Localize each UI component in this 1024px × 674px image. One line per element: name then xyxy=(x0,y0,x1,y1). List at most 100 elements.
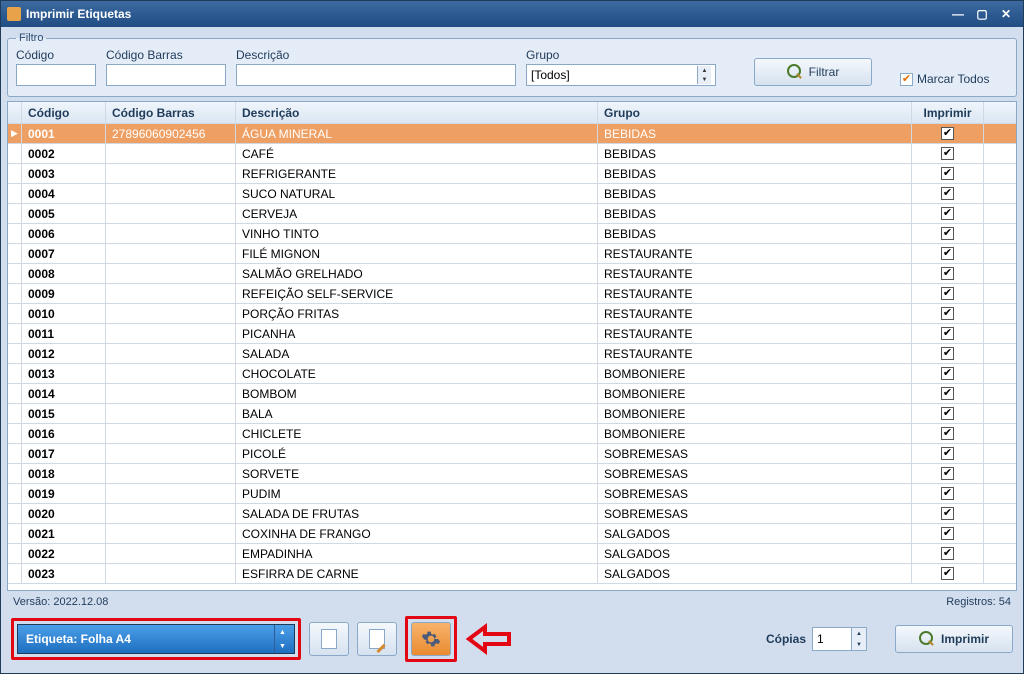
cell-imprimir[interactable]: ✔ xyxy=(912,264,984,283)
table-row[interactable]: 0019PUDIMSOBREMESAS✔ xyxy=(8,484,1016,504)
table-row[interactable]: 0006VINHO TINTOBEBIDAS✔ xyxy=(8,224,1016,244)
cell-codigo: 0006 xyxy=(22,224,106,243)
table-row[interactable]: 0011PICANHARESTAURANTE✔ xyxy=(8,324,1016,344)
cell-descricao: CHOCOLATE xyxy=(236,364,598,383)
col-descricao[interactable]: Descrição xyxy=(236,102,598,123)
page-icon xyxy=(321,629,337,649)
table-row[interactable]: 0020SALADA DE FRUTASSOBREMESAS✔ xyxy=(8,504,1016,524)
checkbox-icon: ✔ xyxy=(941,167,954,180)
cell-imprimir[interactable]: ✔ xyxy=(912,124,984,143)
cell-imprimir[interactable]: ✔ xyxy=(912,244,984,263)
cell-imprimir[interactable]: ✔ xyxy=(912,324,984,343)
table-row[interactable]: 0014BOMBOMBOMBONIERE✔ xyxy=(8,384,1016,404)
settings-button[interactable] xyxy=(411,622,451,656)
highlight-etiqueta: Etiqueta: Folha A4 ▲▼ xyxy=(11,618,301,660)
table-row[interactable]: 0003REFRIGERANTEBEBIDAS✔ xyxy=(8,164,1016,184)
cell-imprimir[interactable]: ✔ xyxy=(912,224,984,243)
cell-barras xyxy=(106,204,236,223)
cell-barras xyxy=(106,144,236,163)
cell-descricao: REFRIGERANTE xyxy=(236,164,598,183)
input-codigo[interactable] xyxy=(16,64,96,86)
table-row[interactable]: 0017PICOLÉSOBREMESAS✔ xyxy=(8,444,1016,464)
table-row[interactable]: 0002CAFÉBEBIDAS✔ xyxy=(8,144,1016,164)
grid-header: Código Código Barras Descrição Grupo Imp… xyxy=(8,102,1016,124)
new-page-button[interactable] xyxy=(309,622,349,656)
table-row[interactable]: 0008SALMÃO GRELHADORESTAURANTE✔ xyxy=(8,264,1016,284)
table-row[interactable]: 0021COXINHA DE FRANGOSALGADOS✔ xyxy=(8,524,1016,544)
combo-etiqueta-value: Etiqueta: Folha A4 xyxy=(26,632,131,646)
status-registros: Registros: 54 xyxy=(946,596,1011,608)
cell-imprimir[interactable]: ✔ xyxy=(912,524,984,543)
checkbox-icon: ✔ xyxy=(941,427,954,440)
cell-descricao: VINHO TINTO xyxy=(236,224,598,243)
cell-codigo: 0013 xyxy=(22,364,106,383)
col-grupo[interactable]: Grupo xyxy=(598,102,912,123)
cell-imprimir[interactable]: ✔ xyxy=(912,164,984,183)
table-row[interactable]: 0018SORVETESOBREMESAS✔ xyxy=(8,464,1016,484)
combo-etiqueta[interactable]: Etiqueta: Folha A4 ▲▼ xyxy=(17,624,295,654)
marcar-todos-checkbox[interactable]: ✔ Marcar Todos xyxy=(900,72,989,86)
cell-grupo: SOBREMESAS xyxy=(598,444,912,463)
cell-imprimir[interactable]: ✔ xyxy=(912,404,984,423)
copies-down[interactable]: ▼ xyxy=(852,639,866,650)
grid-body[interactable]: ▶000127896060902456ÁGUA MINERALBEBIDAS✔0… xyxy=(8,124,1016,590)
cell-imprimir[interactable]: ✔ xyxy=(912,284,984,303)
copies-spinner[interactable]: ▲ ▼ xyxy=(812,627,867,651)
filtrar-button[interactable]: Filtrar xyxy=(754,58,872,86)
cell-imprimir[interactable]: ✔ xyxy=(912,464,984,483)
cell-imprimir[interactable]: ✔ xyxy=(912,504,984,523)
cell-imprimir[interactable]: ✔ xyxy=(912,304,984,323)
combo-grupo[interactable]: [Todos] ▲▼ xyxy=(526,64,716,86)
cell-barras xyxy=(106,324,236,343)
cell-grupo: SOBREMESAS xyxy=(598,464,912,483)
copies-input[interactable] xyxy=(813,628,851,650)
cell-imprimir[interactable]: ✔ xyxy=(912,364,984,383)
minimize-button[interactable]: — xyxy=(947,6,969,22)
status-versao: Versão: 2022.12.08 xyxy=(13,596,108,608)
input-descricao[interactable] xyxy=(236,64,516,86)
edit-page-button[interactable] xyxy=(357,622,397,656)
table-row[interactable]: 0012SALADARESTAURANTE✔ xyxy=(8,344,1016,364)
checkbox-icon: ✔ xyxy=(941,307,954,320)
cell-imprimir[interactable]: ✔ xyxy=(912,544,984,563)
cell-codigo: 0022 xyxy=(22,544,106,563)
input-barras[interactable] xyxy=(106,64,226,86)
cell-barras xyxy=(106,344,236,363)
checkbox-icon: ✔ xyxy=(941,567,954,580)
cell-imprimir[interactable]: ✔ xyxy=(912,564,984,583)
cell-imprimir[interactable]: ✔ xyxy=(912,424,984,443)
checkbox-icon: ✔ xyxy=(941,227,954,240)
cell-imprimir[interactable]: ✔ xyxy=(912,384,984,403)
table-row[interactable]: 0023ESFIRRA DE CARNESALGADOS✔ xyxy=(8,564,1016,584)
close-button[interactable]: ✕ xyxy=(995,6,1017,22)
cell-imprimir[interactable]: ✔ xyxy=(912,144,984,163)
table-row[interactable]: 0022EMPADINHASALGADOS✔ xyxy=(8,544,1016,564)
checkbox-icon: ✔ xyxy=(941,207,954,220)
cell-barras xyxy=(106,164,236,183)
row-indicator xyxy=(8,164,22,183)
row-indicator xyxy=(8,484,22,503)
table-row[interactable]: 0013CHOCOLATEBOMBONIERE✔ xyxy=(8,364,1016,384)
checkbox-icon: ✔ xyxy=(900,73,913,86)
cell-imprimir[interactable]: ✔ xyxy=(912,444,984,463)
col-imprimir[interactable]: Imprimir xyxy=(912,102,984,123)
row-indicator: ▶ xyxy=(8,124,22,143)
table-row[interactable]: 0007FILÉ MIGNONRESTAURANTE✔ xyxy=(8,244,1016,264)
cell-imprimir[interactable]: ✔ xyxy=(912,184,984,203)
col-codigo[interactable]: Código xyxy=(22,102,106,123)
table-row[interactable]: 0005CERVEJABEBIDAS✔ xyxy=(8,204,1016,224)
table-row[interactable]: 0015BALABOMBONIERE✔ xyxy=(8,404,1016,424)
cell-imprimir[interactable]: ✔ xyxy=(912,204,984,223)
cell-imprimir[interactable]: ✔ xyxy=(912,344,984,363)
col-barras[interactable]: Código Barras xyxy=(106,102,236,123)
maximize-button[interactable]: ▢ xyxy=(971,6,993,22)
cell-imprimir[interactable]: ✔ xyxy=(912,484,984,503)
table-row[interactable]: 0004SUCO NATURALBEBIDAS✔ xyxy=(8,184,1016,204)
table-row[interactable]: 0016CHICLETEBOMBONIERE✔ xyxy=(8,424,1016,444)
copies-up[interactable]: ▲ xyxy=(852,628,866,639)
imprimir-button[interactable]: Imprimir xyxy=(895,625,1013,653)
table-row[interactable]: 0009REFEIÇÃO SELF-SERVICERESTAURANTE✔ xyxy=(8,284,1016,304)
table-row[interactable]: ▶000127896060902456ÁGUA MINERALBEBIDAS✔ xyxy=(8,124,1016,144)
table-row[interactable]: 0010PORÇÃO FRITASRESTAURANTE✔ xyxy=(8,304,1016,324)
window-title: Imprimir Etiquetas xyxy=(26,7,131,21)
